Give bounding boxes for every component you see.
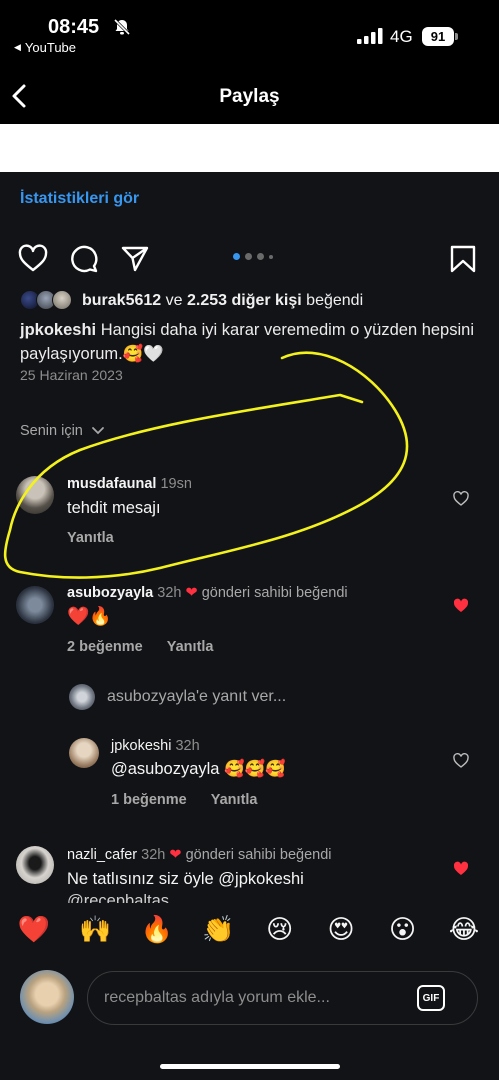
author-liked-heart-icon: ❤ <box>169 847 182 863</box>
comment-username[interactable]: nazli_cafer <box>67 847 137 863</box>
battery-indicator: 91 <box>422 27 454 46</box>
emoji-raised-hands[interactable]: 🙌 <box>75 914 115 945</box>
author-liked-label: gönderi sahibi beğendi <box>185 847 332 863</box>
like-heart-icon[interactable] <box>18 244 48 274</box>
likes-others[interactable]: 2.253 diğer kişi <box>187 292 302 309</box>
reply-button[interactable]: Yanıtla <box>211 792 258 808</box>
signal-icon <box>357 28 383 44</box>
reply-header: jpkokeshi 32h <box>111 738 200 754</box>
view-insights-link[interactable]: İstatistikleri gör <box>20 190 139 208</box>
comment-icon[interactable] <box>69 244 99 274</box>
likes-summary[interactable]: burak5612 ve 2.253 diğer kişi beğendi <box>82 292 363 310</box>
avatar[interactable] <box>69 738 99 768</box>
save-bookmark-icon[interactable] <box>448 244 478 274</box>
caption-username[interactable]: jpkokeshi <box>20 321 96 339</box>
emoji-crying[interactable]: 😢 <box>260 914 300 945</box>
page-title: Paylaş <box>219 86 280 107</box>
comment-time: 32h <box>141 847 166 863</box>
share-send-icon[interactable] <box>120 244 150 274</box>
bell-muted-icon <box>113 18 131 36</box>
reply-text: @asubozyayla 🥰🥰🥰 <box>111 760 286 778</box>
quick-reaction-bar: ❤️ 🙌 🔥 👏 😢 😍 😮 😂 <box>14 914 484 945</box>
back-app-label: YouTube <box>24 40 77 55</box>
liker-username[interactable]: burak5612 <box>82 292 161 309</box>
annotation-scribble <box>3 351 409 579</box>
likes-suffix: beğendi <box>306 292 364 309</box>
comment-text-cut: @recepbaltas <box>67 892 170 903</box>
back-to-app[interactable]: ◀ YouTube <box>14 40 76 55</box>
reply-button[interactable]: Yanıtla <box>167 639 214 655</box>
emoji-surprised[interactable]: 😮 <box>383 914 423 945</box>
current-user-avatar <box>20 970 74 1024</box>
media-area <box>0 124 499 172</box>
carousel-indicator <box>233 253 273 260</box>
comment-text: ❤️🔥 <box>67 606 112 626</box>
battery-tip <box>455 33 458 40</box>
reply-like-heart-icon[interactable] <box>453 753 469 769</box>
avatar[interactable] <box>16 846 54 884</box>
carousel-dot-active <box>233 253 240 260</box>
gif-button[interactable]: GIF <box>417 985 445 1011</box>
liker-avatars[interactable] <box>20 290 76 312</box>
status-time: 08:45 <box>48 16 100 38</box>
reply-username[interactable]: jpkokeshi <box>111 738 171 754</box>
reply-prompt[interactable]: asubozyayla'e yanıt ver... <box>107 688 286 706</box>
emoji-clap[interactable]: 👏 <box>198 914 238 945</box>
comment-likes-count[interactable]: 2 beğenme <box>67 639 143 655</box>
emoji-laughing[interactable]: 😂 <box>444 914 484 945</box>
comment-text: Ne tatlısınız siz öyle @jpkokeshi <box>67 870 304 888</box>
back-triangle-icon: ◀ <box>14 42 21 52</box>
emoji-heart[interactable]: ❤️ <box>14 914 54 945</box>
reply-time: 32h <box>175 738 200 754</box>
reply-actions: 1 beğenme Yanıtla <box>111 792 258 808</box>
carousel-dot <box>269 254 273 259</box>
carousel-dot <box>245 253 252 260</box>
avatar <box>69 684 95 710</box>
home-indicator <box>160 1064 340 1069</box>
likes-conj: ve <box>165 292 183 309</box>
reply-likes-count[interactable]: 1 beğenme <box>111 792 187 808</box>
comment-liked-heart-icon[interactable] <box>453 861 469 877</box>
comment-liked-heart-icon[interactable] <box>453 598 469 614</box>
carousel-dot <box>257 253 264 260</box>
network-label: 4G <box>390 27 413 46</box>
comment-actions: 2 beğenme Yanıtla <box>67 639 214 655</box>
comment-header: nazli_cafer 32h ❤ gönderi sahibi beğendi <box>67 847 332 863</box>
emoji-heart-eyes[interactable]: 😍 <box>321 914 361 945</box>
liker-avatar <box>52 290 72 310</box>
emoji-fire[interactable]: 🔥 <box>137 914 177 945</box>
